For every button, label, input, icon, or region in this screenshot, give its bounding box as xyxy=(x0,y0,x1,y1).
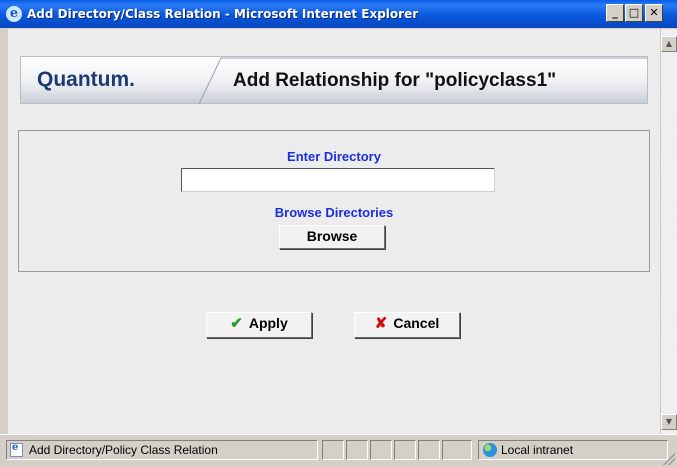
status-cell xyxy=(394,440,416,460)
page-content: Quantum. Add Relationship for "policycla… xyxy=(8,29,660,434)
directory-panel: Enter Directory Browse Directories Brows… xyxy=(18,130,650,272)
page-header: Quantum. Add Relationship for "policycla… xyxy=(20,56,648,105)
quantum-logo: Quantum. xyxy=(37,66,135,94)
directory-input[interactable] xyxy=(181,168,495,192)
window-title: Add Directory/Class Relation - Microsoft… xyxy=(27,7,419,21)
status-text: Add Directory/Policy Class Relation xyxy=(29,443,218,457)
cancel-label: Cancel xyxy=(393,315,440,331)
scroll-up-icon[interactable]: ▲ xyxy=(661,36,677,52)
logo-dot: . xyxy=(129,68,136,91)
apply-button[interactable]: ✔ Apply xyxy=(206,312,312,338)
status-cell xyxy=(418,440,440,460)
checkmark-icon: ✔ xyxy=(230,315,243,332)
close-button[interactable]: ✕ xyxy=(645,4,663,22)
page-title: Add Relationship for "policyclass1" xyxy=(233,70,557,91)
status-cell xyxy=(442,440,472,460)
apply-label: Apply xyxy=(248,315,288,331)
intranet-globe-icon xyxy=(483,443,497,457)
vertical-scrollbar[interactable]: ▲ ▼ xyxy=(660,29,677,434)
zone-label: Local intranet xyxy=(501,443,574,457)
browse-directories-label: Browse Directories xyxy=(274,205,394,220)
maximize-button[interactable]: □ xyxy=(625,4,643,22)
enter-directory-label: Enter Directory xyxy=(287,149,381,164)
status-cell xyxy=(322,440,344,460)
status-cell xyxy=(346,440,368,460)
cancel-button[interactable]: ✘ Cancel xyxy=(354,312,460,338)
x-icon: ✘ xyxy=(374,315,388,332)
logo-text: Quantum xyxy=(37,68,130,91)
status-bar: Add Directory/Policy Class Relation Loca… xyxy=(0,434,677,467)
ie-logo-icon: e xyxy=(6,6,22,22)
status-panel: Add Directory/Policy Class Relation xyxy=(6,440,318,460)
window-titlebar[interactable]: e Add Directory/Class Relation - Microso… xyxy=(0,0,677,28)
minimize-button[interactable]: _ xyxy=(606,4,624,22)
scroll-down-icon[interactable]: ▼ xyxy=(661,414,677,430)
status-cell xyxy=(370,440,392,460)
security-zone: Local intranet xyxy=(478,440,668,460)
page-icon xyxy=(10,442,23,457)
resize-grip-icon[interactable] xyxy=(663,453,675,465)
browse-button[interactable]: Browse xyxy=(279,225,385,249)
